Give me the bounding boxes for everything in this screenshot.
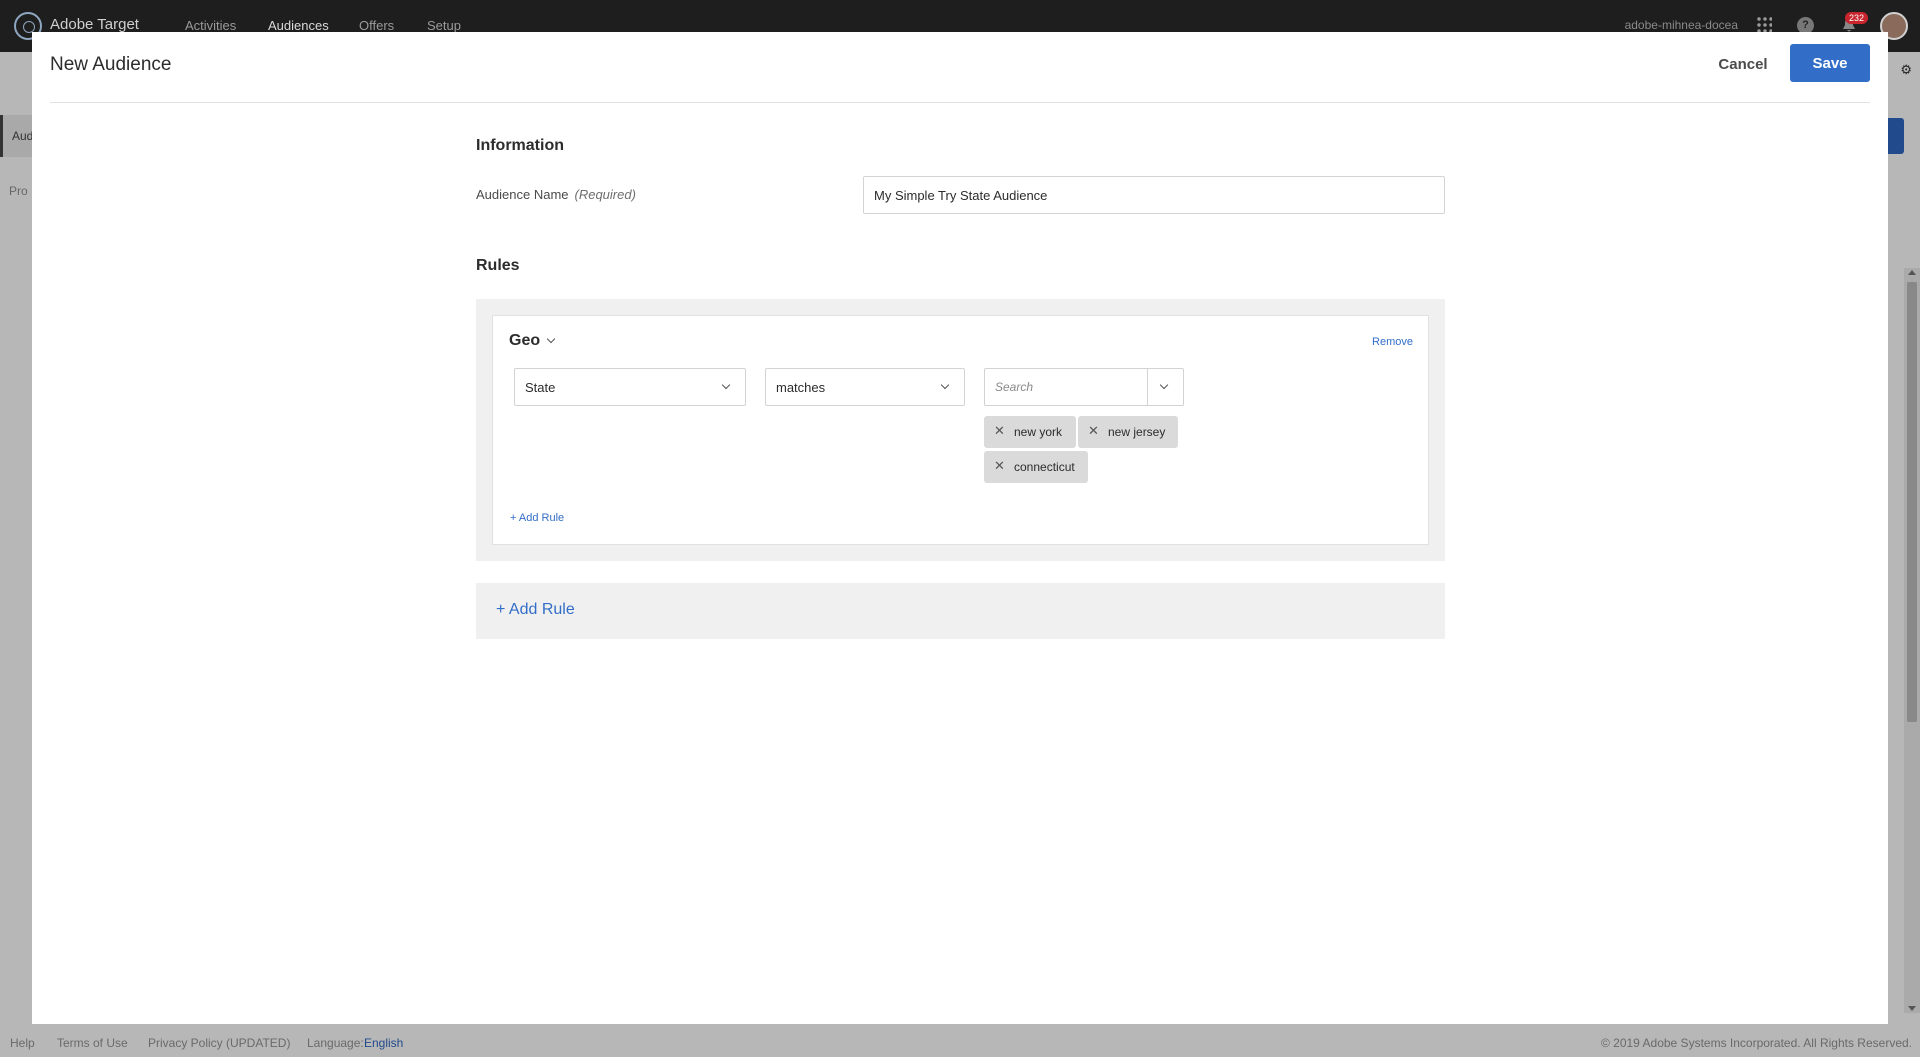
- operator-select-value: matches: [776, 380, 826, 395]
- value-search-input[interactable]: [985, 369, 1149, 405]
- gear-icon[interactable]: ⚙: [1900, 62, 1912, 78]
- information-section-title: Information: [476, 137, 564, 154]
- chevron-down-icon: [940, 380, 950, 390]
- side-item-profiles[interactable]: Pro: [0, 170, 32, 204]
- notification-badge: 232: [1844, 12, 1868, 24]
- rules-section-title: Rules: [476, 257, 520, 274]
- nav-audiences[interactable]: Audiences: [268, 18, 329, 33]
- scroll-down-arrow-icon[interactable]: [1908, 1006, 1916, 1011]
- rules-container: Geo Remove State matches ✕ new york: [476, 299, 1445, 561]
- attribute-select-value: State: [525, 380, 556, 395]
- footer-language-label: Language:: [307, 1036, 364, 1050]
- audience-name-label: Audience Name (Required): [476, 187, 636, 202]
- add-rule-button[interactable]: + Add Rule: [476, 583, 1445, 639]
- audience-name-label-text: Audience Name: [476, 187, 569, 202]
- page-scrollbar[interactable]: [1904, 268, 1920, 1013]
- rule-category-dropdown[interactable]: Geo: [509, 332, 556, 350]
- footer-copyright: © 2019 Adobe Systems Incorporated. All R…: [1600, 1036, 1912, 1050]
- scrollbar-thumb[interactable]: [1907, 282, 1917, 722]
- value-tag: ✕ connecticut: [984, 451, 1088, 483]
- value-dropdown-toggle[interactable]: [1147, 369, 1183, 405]
- nav-offers[interactable]: Offers: [359, 18, 394, 33]
- scroll-up-arrow-icon[interactable]: [1908, 270, 1916, 275]
- audience-name-input[interactable]: [863, 176, 1445, 214]
- modal-header: New Audience Cancel Save: [32, 32, 1888, 104]
- nav-activities[interactable]: Activities: [185, 18, 236, 33]
- side-item-label: Aud: [12, 129, 34, 143]
- geo-rule-card: Geo Remove State matches ✕ new york: [492, 315, 1429, 545]
- user-name[interactable]: adobe-mihnea-docea: [1625, 18, 1738, 32]
- brand-name: Adobe Target: [50, 16, 139, 33]
- value-tag-label: connecticut: [1014, 460, 1075, 474]
- cancel-button[interactable]: Cancel: [1708, 45, 1778, 83]
- chevron-down-icon: [546, 334, 556, 344]
- footer-terms-link[interactable]: Terms of Use: [57, 1036, 128, 1050]
- new-audience-modal: New Audience Cancel Save Information Aud…: [32, 32, 1888, 1024]
- save-button[interactable]: Save: [1790, 44, 1870, 82]
- value-tag: ✕ new york: [984, 416, 1076, 448]
- app-switcher-icon[interactable]: [1756, 16, 1772, 32]
- value-tag-label: new jersey: [1108, 425, 1166, 439]
- modal-title: New Audience: [50, 54, 172, 75]
- value-tag-label: new york: [1014, 425, 1063, 439]
- remove-rule-link[interactable]: Remove: [1372, 336, 1413, 348]
- footer-privacy-link[interactable]: Privacy Policy (UPDATED): [148, 1036, 290, 1050]
- add-rule-inner-link[interactable]: + Add Rule: [510, 512, 564, 524]
- value-tag: ✕ new jersey: [1078, 416, 1178, 448]
- page-footer: Help Terms of Use Privacy Policy (UPDATE…: [0, 1024, 1920, 1057]
- nav-setup[interactable]: Setup: [427, 18, 461, 33]
- footer-language-link[interactable]: English: [364, 1036, 403, 1050]
- attribute-select[interactable]: State: [514, 368, 746, 406]
- side-item-label: Pro: [9, 184, 28, 198]
- chevron-down-icon: [1159, 380, 1169, 390]
- add-rule-button-label: + Add Rule: [496, 601, 575, 618]
- remove-tag-icon[interactable]: ✕: [994, 424, 1005, 438]
- header-divider: [50, 102, 1870, 103]
- operator-select[interactable]: matches: [765, 368, 965, 406]
- required-label: (Required): [574, 187, 636, 202]
- remove-tag-icon[interactable]: ✕: [994, 459, 1005, 473]
- footer-help-link[interactable]: Help: [10, 1036, 35, 1050]
- side-item-audiences[interactable]: Aud: [0, 115, 34, 157]
- remove-tag-icon[interactable]: ✕: [1088, 424, 1099, 438]
- rule-category-label: Geo: [509, 332, 541, 349]
- value-search-combobox: [984, 368, 1184, 406]
- chevron-down-icon: [721, 380, 731, 390]
